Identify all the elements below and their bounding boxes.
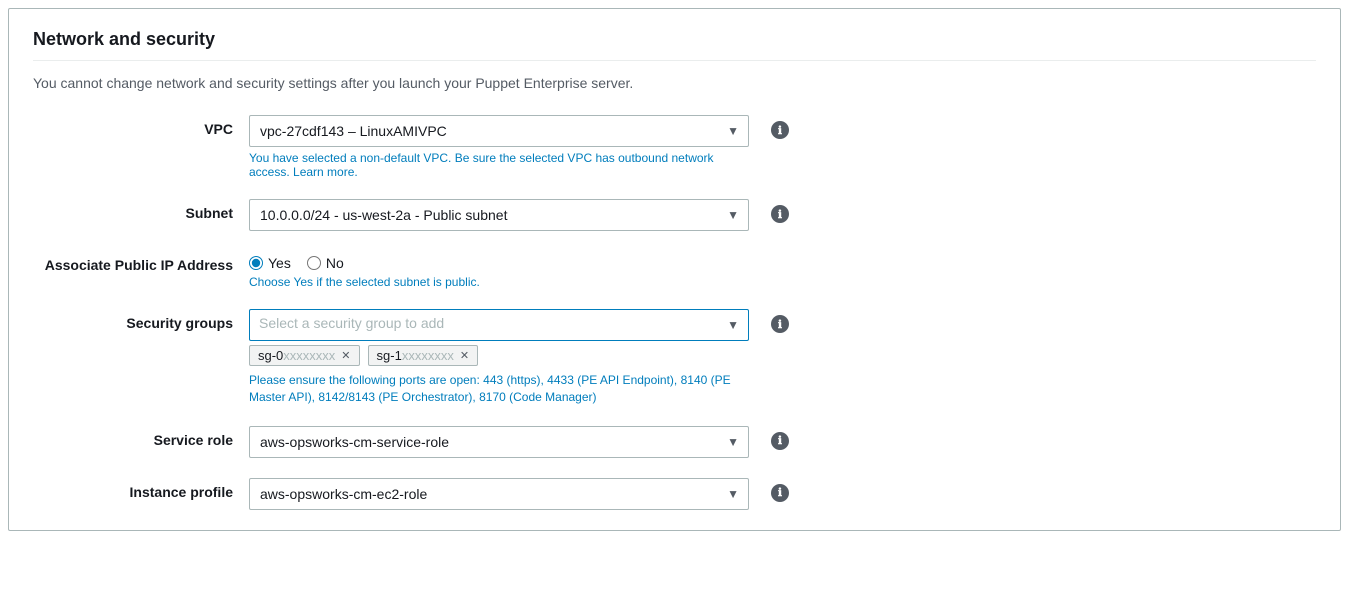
radio-yes-label[interactable]: Yes — [249, 255, 291, 271]
subnet-select[interactable]: 10.0.0.0/24 - us-west-2a - Public subnet — [249, 199, 749, 231]
instance-profile-info-icon[interactable]: ℹ — [771, 484, 789, 502]
sg-tag-1-remove[interactable]: ✕ — [460, 349, 469, 362]
vpc-learn-more-link[interactable]: Learn more. — [293, 165, 358, 179]
form-section: VPC vpc-27cdf143 – LinuxAMIVPC ▼ You hav… — [33, 115, 1316, 510]
vpc-label: VPC — [33, 115, 233, 137]
security-groups-label: Security groups — [33, 309, 233, 331]
sg-tag-1: sg-1xxxxxxxx ✕ — [368, 345, 479, 366]
subnet-row: Subnet 10.0.0.0/24 - us-west-2a - Public… — [33, 199, 1316, 231]
subnet-info-icon[interactable]: ℹ — [771, 205, 789, 223]
service-role-select[interactable]: aws-opsworks-cm-service-role — [249, 426, 749, 458]
public-ip-radio-group: Yes No — [249, 251, 749, 271]
subnet-label: Subnet — [33, 199, 233, 221]
security-groups-control: ▼ Select a security group to add sg-0xxx… — [249, 309, 749, 406]
vpc-control: vpc-27cdf143 – LinuxAMIVPC ▼ You have se… — [249, 115, 749, 179]
instance-profile-select-wrapper[interactable]: aws-opsworks-cm-ec2-role ▼ — [249, 478, 749, 510]
vpc-info-icon[interactable]: ℹ — [771, 121, 789, 139]
page-title: Network and security — [33, 29, 1316, 50]
vpc-select[interactable]: vpc-27cdf143 – LinuxAMIVPC — [249, 115, 749, 147]
public-ip-row: Associate Public IP Address Yes No Choos… — [33, 251, 1316, 289]
service-role-select-wrapper[interactable]: aws-opsworks-cm-service-role ▼ — [249, 426, 749, 458]
instance-profile-select[interactable]: aws-opsworks-cm-ec2-role — [249, 478, 749, 510]
sg-tag-0: sg-0xxxxxxxx ✕ — [249, 345, 360, 366]
radio-no-label[interactable]: No — [307, 255, 344, 271]
security-groups-row: Security groups ▼ Select a security grou… — [33, 309, 1316, 406]
security-group-select-wrapper[interactable]: ▼ — [249, 309, 749, 341]
vpc-hint: You have selected a non-default VPC. Be … — [249, 151, 749, 179]
vpc-select-wrapper[interactable]: vpc-27cdf143 – LinuxAMIVPC ▼ — [249, 115, 749, 147]
radio-no[interactable] — [307, 256, 321, 270]
public-ip-label: Associate Public IP Address — [33, 251, 233, 273]
radio-yes-text: Yes — [268, 255, 291, 271]
instance-profile-row: Instance profile aws-opsworks-cm-ec2-rol… — [33, 478, 1316, 510]
service-role-info-icon[interactable]: ℹ — [771, 432, 789, 450]
vpc-row: VPC vpc-27cdf143 – LinuxAMIVPC ▼ You hav… — [33, 115, 1316, 179]
sg-tag-0-text: sg-0xxxxxxxx — [258, 348, 335, 363]
radio-no-text: No — [326, 255, 344, 271]
security-groups-info-icon[interactable]: ℹ — [771, 315, 789, 333]
section-divider — [33, 60, 1316, 61]
sg-tag-0-remove[interactable]: ✕ — [341, 349, 350, 362]
service-role-row: Service role aws-opsworks-cm-service-rol… — [33, 426, 1316, 458]
public-ip-hint: Choose Yes if the selected subnet is pub… — [249, 275, 749, 289]
network-security-panel: Network and security You cannot change n… — [8, 8, 1341, 531]
sg-tag-1-text: sg-1xxxxxxxx — [377, 348, 454, 363]
subnet-select-wrapper[interactable]: 10.0.0.0/24 - us-west-2a - Public subnet… — [249, 199, 749, 231]
instance-profile-control: aws-opsworks-cm-ec2-role ▼ — [249, 478, 749, 510]
service-role-control: aws-opsworks-cm-service-role ▼ — [249, 426, 749, 458]
ports-hint: Please ensure the following ports are op… — [249, 372, 749, 406]
page-subtitle: You cannot change network and security s… — [33, 75, 1316, 91]
public-ip-control: Yes No Choose Yes if the selected subnet… — [249, 251, 749, 289]
radio-yes[interactable] — [249, 256, 263, 270]
subnet-control: 10.0.0.0/24 - us-west-2a - Public subnet… — [249, 199, 749, 231]
security-group-select[interactable] — [249, 309, 749, 341]
security-group-tags: sg-0xxxxxxxx ✕ sg-1xxxxxxxx ✕ — [249, 345, 749, 366]
instance-profile-label: Instance profile — [33, 478, 233, 500]
service-role-label: Service role — [33, 426, 233, 448]
